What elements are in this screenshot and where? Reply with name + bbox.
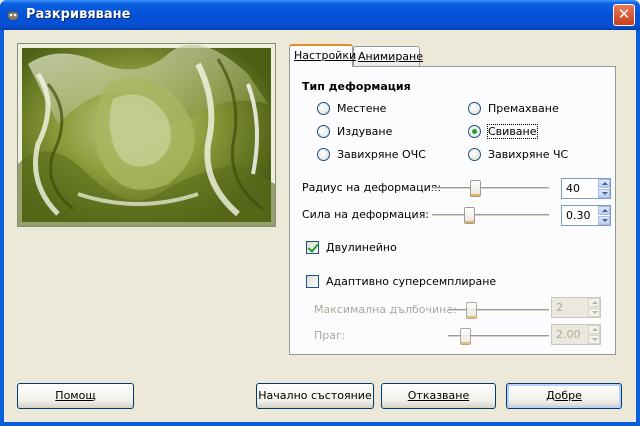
strength-slider[interactable] bbox=[432, 207, 549, 224]
slider-thumb[interactable] bbox=[460, 328, 471, 345]
max-depth-slider[interactable] bbox=[448, 302, 549, 319]
close-button[interactable]: ✕ bbox=[613, 4, 635, 26]
spin-up-button[interactable] bbox=[588, 298, 600, 307]
strength-value: 0.30 bbox=[566, 209, 591, 222]
radius-spinbox[interactable]: 40 bbox=[561, 178, 611, 199]
radio-swirl-cw[interactable]: Завихряне ЧС bbox=[468, 148, 568, 161]
radio-label: Свиване bbox=[487, 124, 538, 139]
ok-button[interactable]: Добре bbox=[506, 383, 622, 409]
max-depth-spinbox[interactable]: 2 bbox=[551, 297, 601, 318]
cancel-button-label: Отказване bbox=[407, 389, 470, 402]
slider-thumb[interactable] bbox=[464, 207, 475, 224]
deformation-type-title: Тип деформация bbox=[302, 80, 411, 93]
threshold-label: Праг: bbox=[314, 329, 346, 342]
spin-up-button[interactable] bbox=[598, 179, 610, 188]
adaptive-label: Адаптивно суперсемплиране bbox=[326, 275, 497, 288]
slider-track bbox=[448, 309, 549, 312]
adaptive-supersampling-checkbox[interactable]: Адаптивно суперсемплиране bbox=[306, 275, 496, 288]
slider-track bbox=[432, 187, 549, 190]
threshold-spinbox[interactable]: 2.00 bbox=[551, 324, 601, 345]
radio-label: Премахване bbox=[488, 102, 559, 115]
settings-panel: Тип деформация Местене Премахване Издува… bbox=[289, 66, 616, 355]
tab-animation[interactable]: Анимиране bbox=[353, 46, 423, 66]
threshold-value: 2.00 bbox=[556, 328, 581, 341]
radio-indicator bbox=[317, 102, 330, 115]
cancel-button[interactable]: Отказване bbox=[381, 383, 496, 409]
radio-indicator-checked bbox=[468, 125, 481, 138]
tab-animation-label: Анимиране bbox=[358, 50, 423, 63]
spin-buttons bbox=[588, 325, 600, 344]
spin-down-button[interactable] bbox=[598, 189, 610, 198]
radius-value: 40 bbox=[566, 182, 580, 195]
reset-button-label: Начално състояние bbox=[258, 389, 372, 402]
spin-down-button[interactable] bbox=[588, 308, 600, 317]
checkbox-indicator-checked bbox=[306, 241, 319, 254]
radio-label: Завихряне ЧС bbox=[488, 148, 569, 161]
radius-slider[interactable] bbox=[432, 180, 549, 197]
preview-canvas bbox=[18, 44, 275, 226]
spin-down-button[interactable] bbox=[598, 216, 610, 225]
spin-down-button[interactable] bbox=[588, 335, 600, 344]
bilinear-checkbox[interactable]: Двулинейно bbox=[306, 241, 397, 254]
max-depth-value: 2 bbox=[556, 301, 563, 314]
radio-indicator bbox=[317, 148, 330, 161]
tab-settings-label: Настройки bbox=[294, 49, 357, 62]
radio-move[interactable]: Местене bbox=[317, 102, 386, 115]
help-button[interactable]: Помощ bbox=[17, 383, 134, 409]
reset-button[interactable]: Начално състояние bbox=[256, 383, 374, 409]
radio-grow[interactable]: Издуване bbox=[317, 125, 392, 138]
strength-spinbox[interactable]: 0.30 bbox=[561, 205, 611, 226]
checkbox-indicator bbox=[306, 275, 319, 288]
radio-remove[interactable]: Премахване bbox=[468, 102, 559, 115]
slider-track bbox=[432, 214, 549, 217]
slider-thumb[interactable] bbox=[470, 180, 481, 197]
max-depth-label: Максимална дълбочина: bbox=[314, 303, 457, 316]
radio-indicator bbox=[468, 102, 481, 115]
spin-buttons bbox=[598, 206, 610, 225]
spin-up-button[interactable] bbox=[598, 206, 610, 215]
ok-button-label: Добре bbox=[546, 389, 582, 402]
close-icon: ✕ bbox=[617, 5, 631, 23]
radio-label: Издуване bbox=[337, 125, 393, 138]
radio-indicator bbox=[317, 125, 330, 138]
bilinear-label: Двулинейно bbox=[326, 241, 397, 254]
radio-label: Завихряне ОЧС bbox=[337, 148, 426, 161]
preview-image[interactable] bbox=[17, 43, 276, 227]
spin-buttons bbox=[588, 298, 600, 317]
spin-up-button[interactable] bbox=[588, 325, 600, 334]
dialog-window: Разкривяване ✕ Настройки Анимиране Тип д… bbox=[0, 0, 640, 426]
title-bar[interactable]: Разкривяване ✕ bbox=[0, 0, 640, 30]
radio-swirl-ccw[interactable]: Завихряне ОЧС bbox=[317, 148, 426, 161]
radius-label: Радиус на деформация: bbox=[302, 181, 442, 194]
radio-label: Местене bbox=[337, 102, 387, 115]
radio-indicator bbox=[468, 148, 481, 161]
window-title: Разкривяване bbox=[26, 7, 131, 22]
gimp-icon bbox=[8, 10, 18, 20]
help-button-label: Помощ bbox=[55, 389, 96, 402]
spin-buttons bbox=[598, 179, 610, 198]
radio-shrink[interactable]: Свиване bbox=[468, 124, 538, 139]
tab-settings[interactable]: Настройки bbox=[289, 44, 357, 67]
dialog-body: Настройки Анимиране Тип деформация Месте… bbox=[4, 30, 636, 422]
threshold-slider[interactable] bbox=[448, 328, 549, 345]
slider-thumb[interactable] bbox=[466, 302, 477, 319]
strength-label: Сила на деформация: bbox=[302, 208, 430, 221]
